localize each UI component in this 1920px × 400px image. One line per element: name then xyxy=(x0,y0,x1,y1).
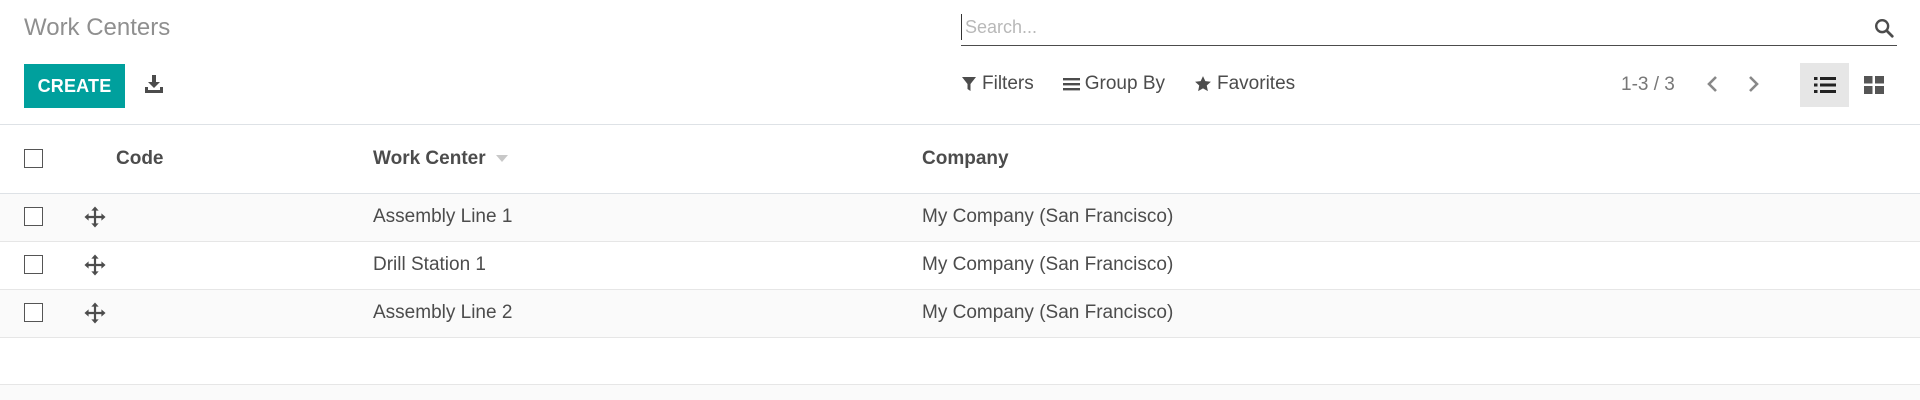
bars-icon xyxy=(1062,78,1080,91)
chevron-left-icon[interactable] xyxy=(1701,72,1725,96)
cell-company: My Company (San Francisco) xyxy=(922,302,1174,323)
row-select-cell xyxy=(0,241,80,289)
search-input[interactable] xyxy=(961,14,1841,40)
column-header-work-center[interactable]: Work Center xyxy=(373,125,922,193)
cell-company: My Company (San Francisco) xyxy=(922,206,1174,227)
select-all-checkbox[interactable] xyxy=(24,149,43,169)
group-by-toggle[interactable]: Group By xyxy=(1062,73,1165,95)
favorites-toggle[interactable]: Favorites xyxy=(1194,73,1295,95)
cell-company: My Company (San Francisco) xyxy=(922,254,1174,275)
chevron-right-icon[interactable] xyxy=(1741,72,1765,96)
filter-icon xyxy=(962,77,976,91)
cell-work-center: Assembly Line 2 xyxy=(373,302,513,323)
row-checkbox[interactable] xyxy=(24,303,43,323)
column-header-code[interactable]: Code xyxy=(116,125,373,193)
row-checkbox[interactable] xyxy=(24,255,43,275)
cell-work-center: Drill Station 1 xyxy=(373,254,486,275)
table-footer xyxy=(0,384,1920,400)
cell-work-center: Assembly Line 1 xyxy=(373,206,513,227)
grid-icon xyxy=(1863,76,1884,94)
page-title: Work Centers xyxy=(24,14,171,41)
row-handle-cell xyxy=(80,289,116,337)
table-header-row: Code Work Center Company xyxy=(0,125,1920,193)
search-options: Filters Group By Favorites xyxy=(961,73,1324,95)
handle-header xyxy=(80,125,116,193)
sort-caret-icon xyxy=(495,155,508,163)
drag-handle-icon[interactable] xyxy=(84,206,106,228)
search-icon[interactable] xyxy=(1873,17,1895,39)
drag-handle-icon[interactable] xyxy=(84,302,106,324)
drag-handle-icon[interactable] xyxy=(84,254,106,276)
row-handle-cell xyxy=(80,241,116,289)
filters-toggle[interactable]: Filters xyxy=(961,73,1034,95)
control-panel: Work Centers CREATE Filters Group By xyxy=(0,0,1920,125)
filters-label: Filters xyxy=(982,73,1034,94)
star-icon xyxy=(1195,76,1211,92)
create-button[interactable]: CREATE xyxy=(24,64,125,108)
work-center-table: Code Work Center Company Assembly Line 1… xyxy=(0,125,1920,338)
cell-code xyxy=(116,289,373,337)
search-box xyxy=(961,10,1897,46)
list-icon xyxy=(1813,77,1836,93)
select-all-cell xyxy=(0,125,80,193)
row-select-cell xyxy=(0,289,80,337)
row-handle-cell xyxy=(80,193,116,241)
column-header-company[interactable]: Company xyxy=(922,125,1920,193)
download-icon[interactable] xyxy=(142,72,166,96)
row-checkbox[interactable] xyxy=(24,207,43,227)
table-row[interactable]: Assembly Line 2 My Company (San Francisc… xyxy=(0,289,1920,337)
group-by-label: Group By xyxy=(1084,73,1165,94)
table-row[interactable]: Drill Station 1 My Company (San Francisc… xyxy=(0,241,1920,289)
cell-code xyxy=(116,241,373,289)
cell-code xyxy=(116,193,373,241)
list-view-button[interactable] xyxy=(1800,63,1849,107)
table-row[interactable]: Assembly Line 1 My Company (San Francisc… xyxy=(0,193,1920,241)
column-header-work-center-label: Work Center xyxy=(373,147,486,169)
pager-value[interactable]: 1-3 / 3 xyxy=(1621,74,1675,96)
row-select-cell xyxy=(0,193,80,241)
column-header-code-label: Code xyxy=(116,147,164,169)
kanban-view-button[interactable] xyxy=(1851,63,1896,107)
favorites-label: Favorites xyxy=(1217,73,1296,94)
column-header-company-label: Company xyxy=(922,147,1009,169)
